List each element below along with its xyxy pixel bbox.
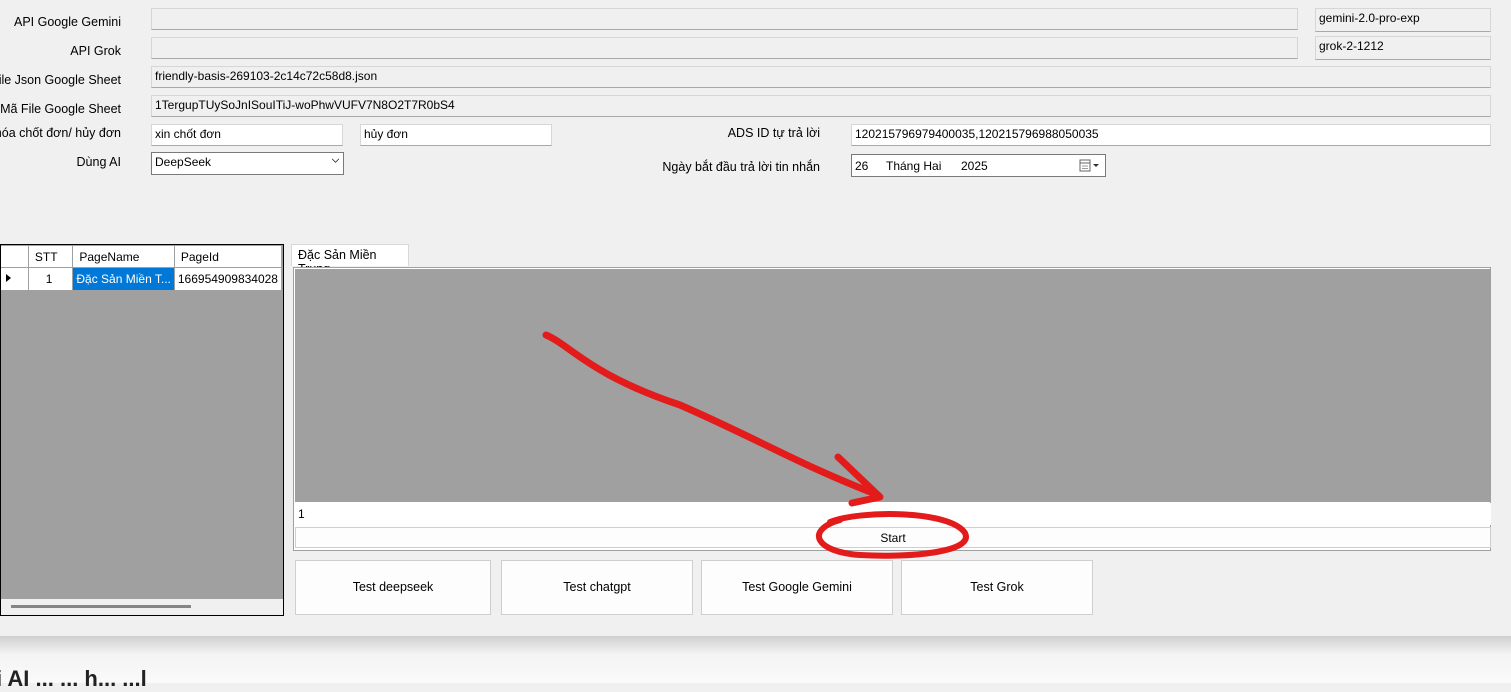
background-heading-fragment: i AI ... ... h... ...l (0, 666, 147, 691)
annotation-overlay (542, 331, 969, 559)
window-bottom-shadow (0, 636, 1511, 683)
annotation-circle (816, 511, 969, 559)
annotation-arrow-shaft (542, 331, 882, 499)
